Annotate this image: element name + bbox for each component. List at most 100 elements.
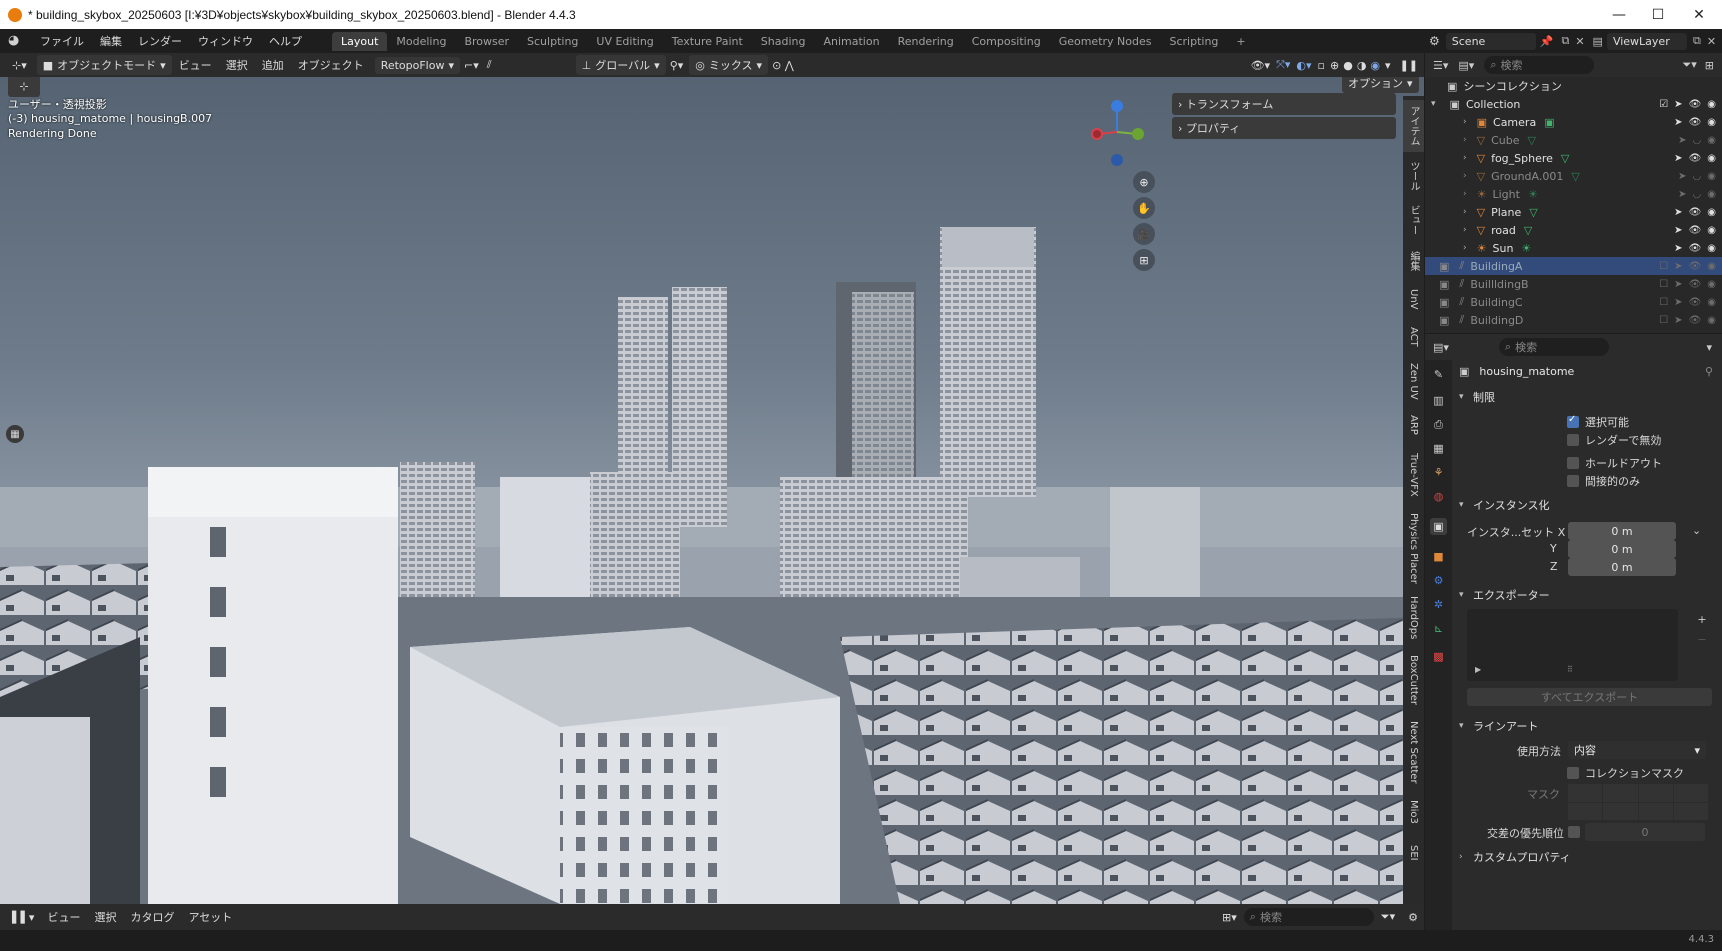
tab-rendering[interactable]: Rendering: [889, 32, 963, 51]
render-icon[interactable]: ◉: [1707, 189, 1716, 200]
sidebar-tab-next-scatter[interactable]: Next Scatter: [1403, 716, 1424, 788]
tab-sculpting[interactable]: Sculpting: [518, 32, 587, 51]
outliner-row-camera[interactable]: › ▣ Camera ▣ ➤ 👁 ◉: [1425, 113, 1722, 131]
object-tab-icon[interactable]: ■: [1430, 548, 1447, 565]
pin-icon[interactable]: 📌: [1540, 35, 1554, 48]
asset-editor-type-button[interactable]: ▌▌▾: [6, 908, 41, 926]
outliner-row-road[interactable]: › ▽ road ▽ ➤ 👁 ◉: [1425, 221, 1722, 239]
modifier-tab-icon[interactable]: ⚙: [1430, 572, 1447, 589]
sidebar-tab-item[interactable]: アイテム: [1403, 100, 1424, 152]
eye-icon[interactable]: 👁: [1689, 99, 1702, 110]
asset-search-input[interactable]: ⌕ 検索: [1243, 908, 1374, 926]
eye-icon[interactable]: 👁: [1689, 315, 1702, 326]
wireframe-shading-icon[interactable]: ⊕: [1328, 59, 1341, 72]
custom-properties-panel-header[interactable]: › カスタムプロパティ: [1459, 847, 1713, 867]
tab-animation[interactable]: Animation: [814, 32, 888, 51]
exporter-list[interactable]: ▶ ⠿: [1467, 609, 1678, 681]
checkbox-icon[interactable]: ☐: [1659, 297, 1668, 308]
select-arrow-icon[interactable]: ➤: [1678, 171, 1686, 182]
outliner-row-buildingc[interactable]: ▣ ⫽ BuildingC ☐ ➤ 👁 ◉: [1425, 293, 1722, 311]
filter-icon[interactable]: ⏷▾: [1682, 58, 1696, 72]
render-icon[interactable]: ◉: [1707, 315, 1716, 326]
eye-closed-icon[interactable]: ◡: [1693, 135, 1702, 146]
viewport-menu-view[interactable]: ビュー: [172, 57, 219, 73]
instancing-panel-header[interactable]: ▾ インスタンス化: [1459, 495, 1713, 515]
maximize-button[interactable]: ☐: [1635, 0, 1681, 29]
overlays-icon[interactable]: ◐▾: [1293, 59, 1314, 72]
properties-panel-header[interactable]: › プロパティ: [1172, 117, 1396, 139]
checkbox-icon[interactable]: ☑: [1659, 99, 1668, 110]
select-arrow-icon[interactable]: ➤: [1674, 297, 1682, 308]
menu-help[interactable]: ヘルプ: [261, 33, 310, 49]
new-collection-icon[interactable]: ⊞: [1705, 59, 1714, 72]
grid-view-icon[interactable]: ⊞: [1133, 249, 1155, 271]
view-layer-tab-icon[interactable]: ▦: [1430, 440, 1447, 457]
intersection-priority-checkbox[interactable]: [1568, 826, 1580, 838]
chevron-down-icon[interactable]: ⌄: [1692, 524, 1701, 537]
add-exporter-button[interactable]: +: [1694, 611, 1710, 627]
gizmo-icon[interactable]: ⤧▾: [1273, 58, 1293, 72]
visibility-icon[interactable]: 👁▾: [1248, 59, 1274, 72]
delete-viewlayer-icon[interactable]: ✕: [1707, 35, 1716, 48]
sidebar-tab-act[interactable]: ACT: [1403, 320, 1424, 354]
settings-gear-icon[interactable]: ⚙: [1402, 911, 1424, 924]
intersection-priority-field[interactable]: 0: [1585, 823, 1705, 841]
tab-browser[interactable]: Browser: [455, 32, 518, 51]
viewport-menu-add[interactable]: 追加: [255, 57, 291, 73]
menu-render[interactable]: レンダー: [130, 33, 190, 49]
select-arrow-icon[interactable]: ➤: [1674, 117, 1682, 128]
rendered-shading-icon[interactable]: ◉: [1368, 59, 1382, 72]
render-icon[interactable]: ◉: [1707, 225, 1716, 236]
select-arrow-icon[interactable]: ➤: [1674, 225, 1682, 236]
holdout-checkbox[interactable]: ホールドアウト: [1567, 455, 1662, 471]
options-dropdown[interactable]: オプション ▾: [1342, 77, 1419, 93]
render-icon[interactable]: ◉: [1707, 243, 1716, 254]
usage-dropdown[interactable]: 内容 ▾: [1568, 741, 1706, 759]
render-icon[interactable]: ◉: [1707, 297, 1716, 308]
scene-selector[interactable]: Scene: [1445, 32, 1536, 50]
eye-closed-icon[interactable]: ◡: [1693, 189, 1702, 200]
sidebar-tab-true-vfx[interactable]: True-VFX: [1403, 446, 1424, 504]
add-workspace-button[interactable]: +: [1227, 32, 1254, 51]
eye-closed-icon[interactable]: ◡: [1693, 171, 1702, 182]
scene-collection-row[interactable]: ▣ シーンコレクション: [1425, 77, 1722, 95]
sidebar-tab-view[interactable]: ビュー: [1403, 200, 1424, 240]
outliner-search-input[interactable]: ⌕ 検索: [1484, 56, 1595, 74]
properties-search-input[interactable]: ⌕ 検索: [1498, 338, 1609, 356]
menu-file[interactable]: ファイル: [32, 33, 92, 49]
eye-icon[interactable]: 👁: [1689, 261, 1702, 272]
properties-editor-icon[interactable]: ▤▾: [1433, 341, 1449, 354]
checkbox-icon[interactable]: ☐: [1659, 261, 1668, 272]
checkbox-icon[interactable]: ☐: [1659, 279, 1668, 290]
close-button[interactable]: ✕: [1676, 0, 1722, 29]
sidebar-tab-physics-placer[interactable]: Physics Placer: [1403, 508, 1424, 588]
filter-icon[interactable]: ⏷▾: [1374, 910, 1402, 924]
sidebar-tab-unv[interactable]: UnV: [1403, 282, 1424, 316]
render-icon[interactable]: ◉: [1707, 171, 1716, 182]
material-shading-icon[interactable]: ◑: [1355, 59, 1369, 72]
eye-icon[interactable]: 👁: [1689, 153, 1702, 164]
new-viewlayer-icon[interactable]: ⧉: [1693, 34, 1701, 48]
sidebar-tab-arp[interactable]: ARP: [1403, 408, 1424, 442]
tab-modeling[interactable]: Modeling: [387, 32, 455, 51]
tab-shading[interactable]: Shading: [752, 32, 815, 51]
outliner-row-cube[interactable]: › ▽ Cube ▽ ➤ ◡ ◉: [1425, 131, 1722, 149]
pivot-selector[interactable]: ◎ ミックス ▾: [689, 55, 769, 75]
checkbox-icon[interactable]: ☐: [1659, 315, 1668, 326]
sidebar-tab-boxcutter[interactable]: BoxCutter: [1403, 648, 1424, 712]
camera-icon[interactable]: ◉: [1707, 99, 1716, 110]
restrictions-panel-header[interactable]: ▾ 制限: [1459, 387, 1713, 407]
collection-tab-icon[interactable]: ▣: [1430, 518, 1447, 535]
3d-viewport[interactable]: ユーザー・透視投影 (-3) housing_matome | housingB…: [0, 77, 1424, 904]
tab-texture-paint[interactable]: Texture Paint: [663, 32, 752, 51]
collection-row[interactable]: ▾ ▣ Collection ☑ ➤ 👁 ◉: [1425, 95, 1722, 113]
instance-offset-y-field[interactable]: 0 m: [1568, 540, 1676, 558]
camera-view-icon[interactable]: 🎥: [1133, 223, 1155, 245]
render-icon[interactable]: ◉: [1707, 207, 1716, 218]
eye-icon[interactable]: 👁: [1689, 297, 1702, 308]
outliner-editor-icon[interactable]: ☰▾: [1433, 59, 1448, 72]
outliner-row-plane[interactable]: › ▽ Plane ▽ ➤ 👁 ◉: [1425, 203, 1722, 221]
zoom-icon[interactable]: ⊕: [1133, 171, 1155, 193]
xray-icon[interactable]: ▫: [1315, 59, 1328, 72]
tab-layout[interactable]: Layout: [332, 31, 388, 51]
